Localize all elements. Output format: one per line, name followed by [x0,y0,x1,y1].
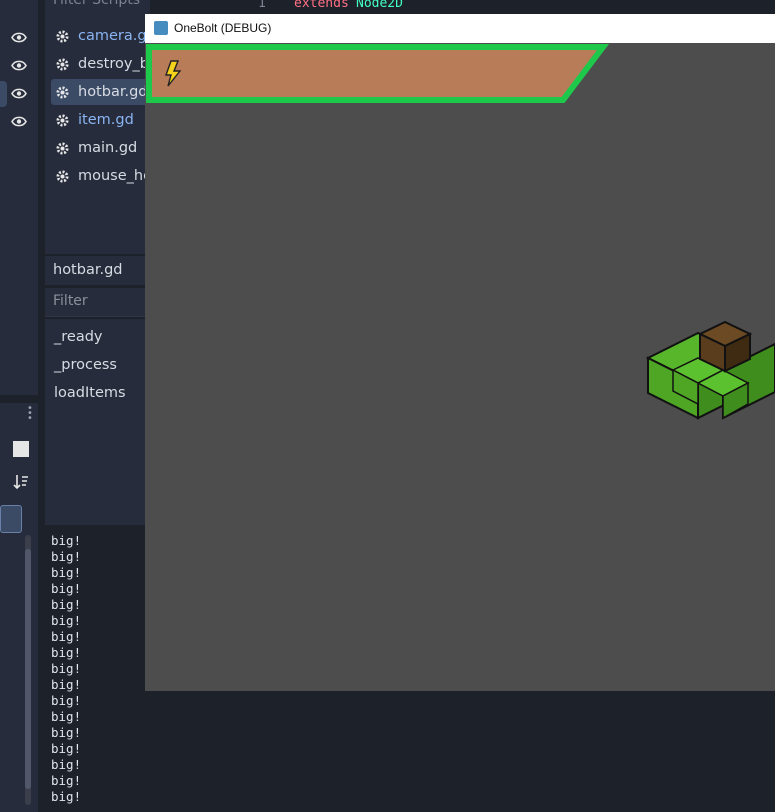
square-toggle-button[interactable] [13,441,29,457]
window-title: OneBolt (DEBUG) [174,21,272,35]
gear-icon [56,29,69,43]
scene-selection-highlight [0,81,7,107]
hotbar[interactable] [146,44,610,103]
gear-icon [56,113,69,127]
script-name: main.gd [78,140,138,156]
output-line: big! [51,757,82,772]
output-line: big! [51,741,82,756]
output-line: big! [51,725,82,740]
output-line: big! [51,613,82,628]
script-name: hotbar.gd [78,84,148,100]
godot-icon [154,21,168,35]
method-item[interactable]: _ready [54,329,102,345]
output-line: big! [51,677,82,692]
script-item-destroy-block[interactable]: destroy_bl [51,51,150,77]
method-item[interactable]: loadItems [54,385,126,401]
code-editor[interactable]: 1 extends Node2D [200,0,775,14]
output-line: big! [51,661,82,676]
script-name: destroy_bl [78,56,150,72]
eye-icon[interactable] [11,60,27,71]
output-line: big! [51,645,82,660]
dock-tab-button[interactable] [0,505,22,533]
filter-scripts-placeholder: Filter Scripts [53,0,141,8]
eye-icon[interactable] [11,88,27,99]
script-item-hotbar[interactable]: hotbar.gd [51,79,150,105]
output-line: big! [51,789,82,804]
script-item-item[interactable]: item.gd [51,107,150,133]
current-script-label: hotbar.gd [45,256,150,285]
gear-icon [56,169,69,183]
script-name: item.gd [78,112,134,128]
output-line: big! [51,693,82,708]
filter-scripts-input[interactable]: Filter Scripts [45,0,150,14]
game-window[interactable] [145,14,775,691]
scene-dock [0,0,38,395]
output-line: big! [51,549,82,564]
code-keyword: extends [294,0,349,11]
code-type: Node2D [356,0,403,11]
method-list[interactable]: _ready _process loadItems [45,319,150,525]
method-item[interactable]: _process [54,357,117,373]
output-line: big! [51,581,82,596]
script-name: camera.gd [78,28,150,44]
output-line: big! [51,597,82,612]
script-name: mouse_ho [78,168,150,184]
script-item-main[interactable]: main.gd [51,135,150,161]
game-viewport[interactable] [145,14,775,691]
gear-icon [56,57,69,71]
gear-icon [56,85,69,99]
output-line: big! [51,565,82,580]
line-number: 1 [258,0,266,11]
output-line: big! [51,629,82,644]
more-options-icon[interactable]: • • • [27,404,33,424]
game-window-titlebar[interactable]: OneBolt (DEBUG) [145,14,775,43]
bottom-left-dock [0,403,38,812]
block-cluster [645,320,775,420]
eye-icon[interactable] [11,32,27,43]
scrollbar-thumb[interactable] [25,549,31,789]
eye-icon[interactable] [11,116,27,127]
output-line: big! [51,533,82,548]
output-line: big! [51,773,82,788]
script-list[interactable]: camera.gd destroy_bl hotbar.gd item.gd m… [45,14,150,254]
output-line: big! [51,709,82,724]
filter-methods-input[interactable]: Filter Methods [45,288,150,336]
scrollbar[interactable] [25,535,31,805]
script-item-mouse-hover[interactable]: mouse_ho [51,163,150,189]
script-item-camera[interactable]: camera.gd [51,23,150,49]
gear-icon [56,141,69,155]
sort-icon[interactable] [12,473,30,491]
